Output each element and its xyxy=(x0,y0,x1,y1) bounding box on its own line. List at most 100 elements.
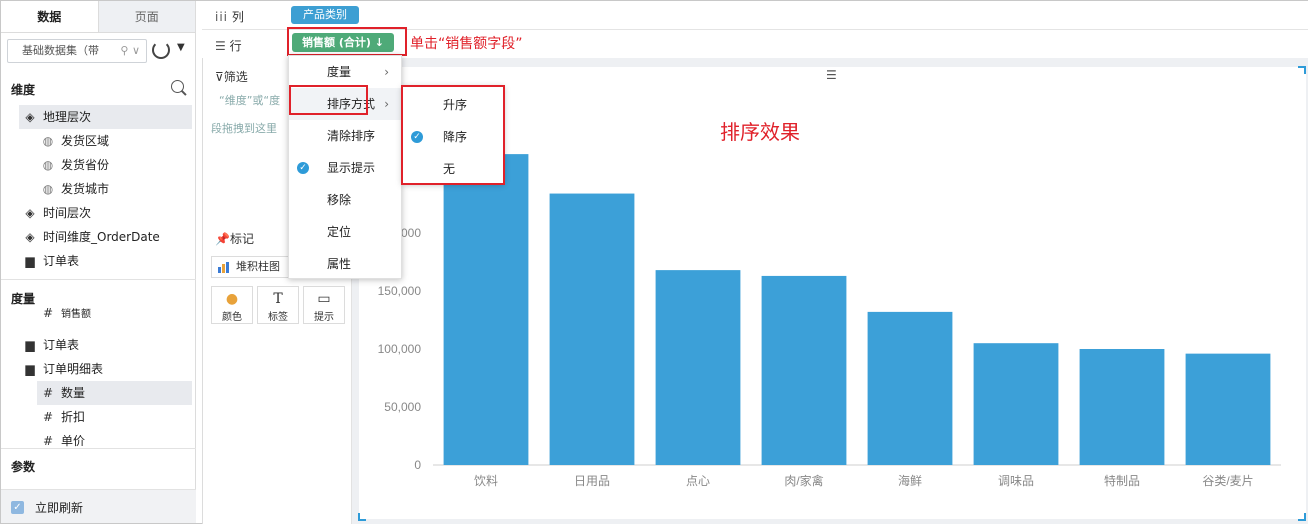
chart-type-select[interactable]: 堆积柱图 xyxy=(211,256,291,278)
menu-item[interactable]: 移除 xyxy=(289,184,401,216)
tree-item[interactable]: ◍ 发货省份 xyxy=(37,153,192,177)
globe-icon: ◍ xyxy=(42,134,54,148)
tree-item-label: 折扣 xyxy=(61,410,86,424)
drag-handle-icon[interactable]: ☰ xyxy=(826,68,837,82)
bar[interactable] xyxy=(1185,353,1271,465)
chevron-right-icon: › xyxy=(384,65,389,79)
corner-handle[interactable] xyxy=(358,513,366,521)
refresh-checkbox[interactable]: ✓ xyxy=(11,501,24,514)
dimensions-title: 维度 xyxy=(11,83,36,97)
tree-item-label: 订单明细表 xyxy=(43,362,104,376)
bar[interactable] xyxy=(761,275,847,465)
y-tick-label: 150,000 xyxy=(378,284,422,298)
tree-item[interactable]: # 销售额 xyxy=(37,307,192,319)
y-tick-label: 100,000 xyxy=(378,342,422,356)
menu-item[interactable]: 定位 xyxy=(289,216,401,248)
bar[interactable] xyxy=(867,311,953,465)
tree-item[interactable]: ◈ 地理层次 xyxy=(19,105,192,129)
filter-title: ⊽筛选 xyxy=(215,70,248,84)
tree-item-label: 时间维度_OrderDate xyxy=(43,230,160,244)
tooltip-button[interactable]: ▭ 提示 xyxy=(303,286,345,324)
columns-label: iii 列 xyxy=(215,10,244,24)
marks-title: 📌标记 xyxy=(215,232,254,246)
menu-item-label: 度量 xyxy=(327,65,352,79)
text-icon: T xyxy=(273,291,283,307)
tree-item[interactable]: ◍ 发货城市 xyxy=(37,177,192,201)
bar[interactable] xyxy=(655,270,741,465)
menu-item-label: 属性 xyxy=(327,257,352,271)
x-tick-label: 肉/家禽 xyxy=(784,473,823,488)
dataset-row: 基础数据集（带 ⚲ ∨ ▼ xyxy=(7,39,191,63)
tree-item-label: 发货城市 xyxy=(61,182,110,196)
filter-icon: ⊽ xyxy=(215,70,224,84)
search-icon[interactable] xyxy=(171,80,184,93)
highlight-box xyxy=(401,85,505,185)
tree-item-label: 地理层次 xyxy=(43,110,92,124)
bar[interactable] xyxy=(443,154,529,465)
corner-handle[interactable] xyxy=(1298,66,1306,74)
refresh-icon[interactable] xyxy=(152,41,170,59)
bar[interactable] xyxy=(1079,349,1165,465)
check-icon: ✓ xyxy=(297,162,309,174)
highlight-box xyxy=(289,85,368,115)
tree-item[interactable]: # 数量 xyxy=(37,381,192,405)
refresh-row: ✓ 立即刷新 xyxy=(1,489,196,523)
caret-down-icon[interactable]: ▼ xyxy=(177,42,185,53)
menu-item-label: 移除 xyxy=(327,193,352,207)
folder-icon: ▆ xyxy=(25,254,35,268)
menu-item[interactable]: 属性 xyxy=(289,248,401,280)
tree-item[interactable]: ◍ 发货区域 xyxy=(37,129,192,153)
chart-type-label: 堆积柱图 xyxy=(236,260,280,273)
x-tick-label: 调味品 xyxy=(998,474,1034,488)
category-pill[interactable]: 产品类别 xyxy=(291,6,359,24)
columns-shelf[interactable]: iii 列 xyxy=(202,1,1308,30)
hash-icon: # xyxy=(42,386,54,400)
color-button[interactable]: ● 颜色 xyxy=(211,286,253,324)
hash-icon: # xyxy=(42,410,54,424)
tree-item[interactable]: ▆ 订单表 xyxy=(19,333,192,357)
annotation-effect: 排序效果 xyxy=(720,120,800,144)
tree-item[interactable]: # 单价 xyxy=(37,429,192,453)
y-tick-label: 0 xyxy=(414,458,421,472)
folder-open-icon: ▆ xyxy=(25,362,35,376)
dataset-select[interactable]: 基础数据集（带 ⚲ ∨ xyxy=(7,39,147,63)
bar[interactable] xyxy=(549,193,635,465)
tree-item[interactable]: ◈ 时间层次 xyxy=(19,201,192,225)
color-label: 颜色 xyxy=(222,312,242,323)
hash-icon: # xyxy=(42,434,54,448)
tree-item-label: 发货区域 xyxy=(61,134,110,148)
menu-item[interactable]: 清除排序 xyxy=(289,120,401,152)
annotation-click: 单击“销售额字段” xyxy=(410,36,523,52)
tab-page[interactable]: 页面 xyxy=(98,1,195,32)
data-panel: 数据 页面 基础数据集（带 ⚲ ∨ ▼ 维度 ◈ 地理层次 ◍ 发货区域 ◍ 发货省份 ◍ 发… xyxy=(1,1,196,523)
globe-icon: ◍ xyxy=(42,182,54,196)
menu-item[interactable]: ✓ 显示提示 xyxy=(289,152,401,184)
tree-item[interactable]: # 折扣 xyxy=(37,405,192,429)
panel-tabs: 数据 页面 xyxy=(1,1,195,33)
divider xyxy=(1,279,196,280)
tab-data[interactable]: 数据 xyxy=(1,1,99,32)
tree-item-label: 订单表 xyxy=(43,254,80,268)
pin-icon: 📌 xyxy=(215,232,230,246)
label-button[interactable]: T 标签 xyxy=(257,286,299,324)
tree-item-label: 订单表 xyxy=(43,338,80,352)
tree-item[interactable]: ▆ 订单表 xyxy=(19,249,192,273)
divider xyxy=(1,448,196,449)
globe-icon: ◍ xyxy=(42,158,54,172)
tree-item-label: 时间层次 xyxy=(43,206,92,220)
menu-item[interactable]: 度量 › xyxy=(289,56,401,88)
tree-item[interactable]: ▆ 订单明细表 xyxy=(19,357,192,381)
tree-item-label: 单价 xyxy=(61,434,86,448)
bar[interactable] xyxy=(973,343,1059,465)
params-title: 参数 xyxy=(11,460,36,474)
x-tick-label: 饮料 xyxy=(474,474,498,488)
x-tick-label: 海鲜 xyxy=(898,473,922,488)
y-tick-label: 50,000 xyxy=(384,400,421,414)
layers-icon: ◈ xyxy=(25,230,35,244)
corner-handle[interactable] xyxy=(1298,513,1306,521)
chevron-right-icon: › xyxy=(384,97,389,111)
refresh-label: 立即刷新 xyxy=(35,501,84,515)
highlight-box xyxy=(287,27,407,56)
tree-item[interactable]: ◈ 时间维度_OrderDate xyxy=(19,225,192,249)
layers-icon: ◈ xyxy=(25,110,35,124)
